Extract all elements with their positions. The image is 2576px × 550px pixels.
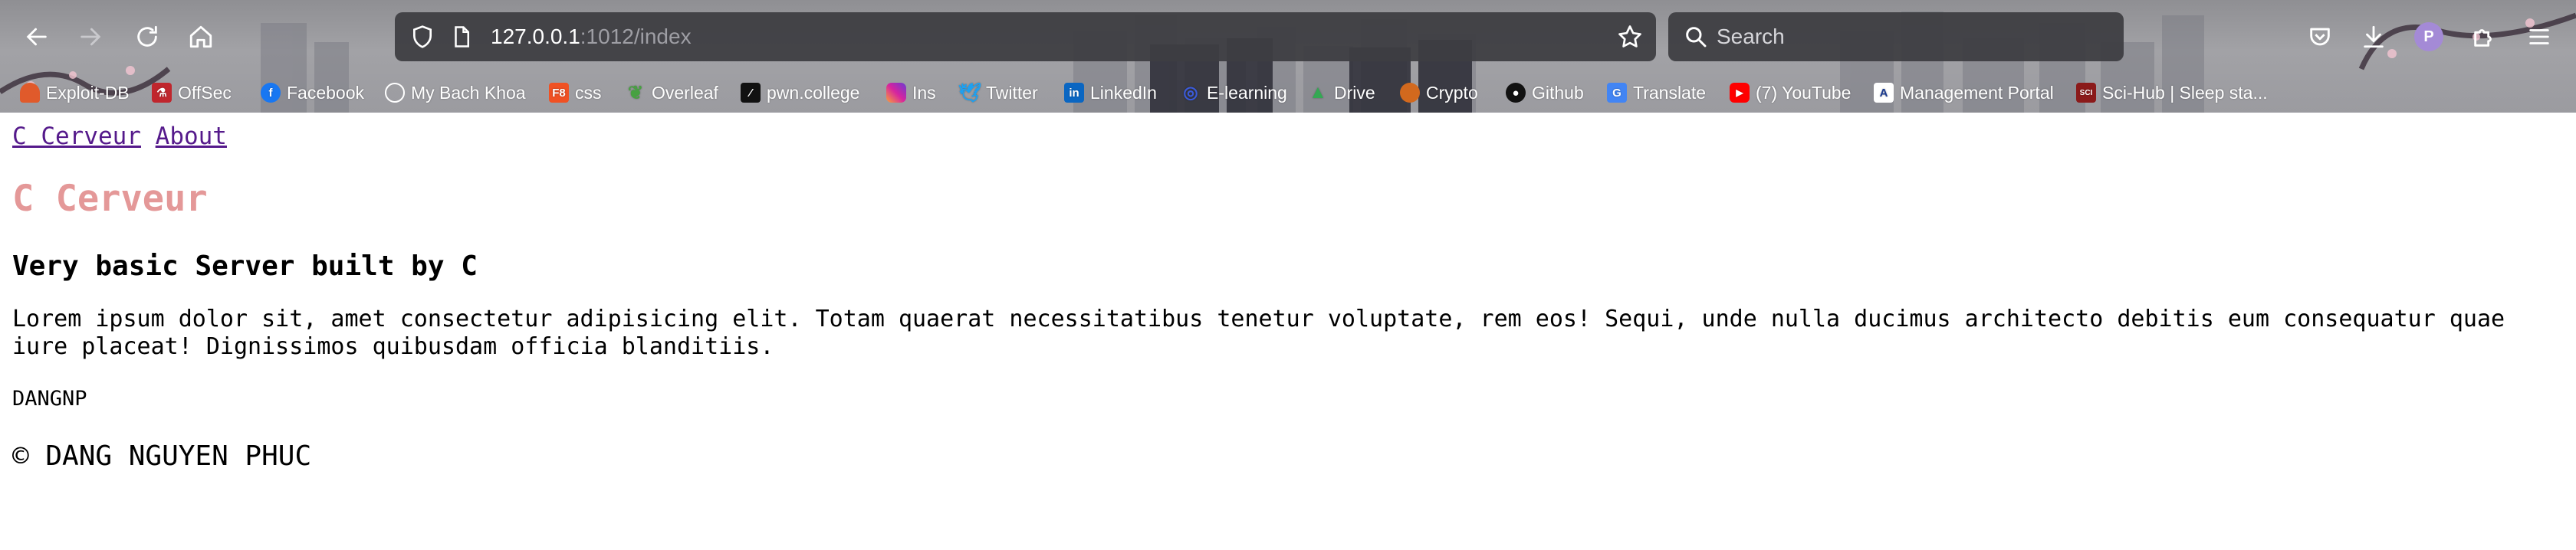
bookmark-exploit-db[interactable]: Exploit-DB bbox=[20, 77, 130, 108]
instagram-icon bbox=[886, 83, 906, 103]
avatar: P bbox=[2414, 22, 2443, 51]
browser-chrome: 127.0.0.1:1012/index Search P Exploit-DB… bbox=[0, 0, 2576, 113]
bookmark-management-portal[interactable]: A Management Portal bbox=[1874, 77, 2054, 108]
bookmark-label: Twitter bbox=[986, 82, 1038, 103]
exploit-db-icon bbox=[20, 83, 40, 103]
twitter-icon: 🕊 bbox=[958, 82, 982, 103]
hamburger-menu-icon bbox=[2529, 29, 2549, 44]
page-icon bbox=[455, 26, 469, 47]
bookmark-pwn-college[interactable]: ⁄ pwn.college bbox=[741, 77, 859, 108]
arrow-left-icon bbox=[26, 28, 47, 46]
bookmark-label: (7) YouTube bbox=[1756, 82, 1852, 103]
bookmark-label: Github bbox=[1532, 82, 1584, 103]
home-icon bbox=[189, 25, 212, 48]
globe-icon bbox=[385, 83, 405, 103]
search-bar[interactable]: Search bbox=[1668, 12, 2124, 61]
bookmark-drive[interactable]: ▲ Drive bbox=[1308, 77, 1375, 108]
bookmark-sci-hub[interactable]: SCI Sci-Hub | Sleep sta... bbox=[2076, 77, 2268, 108]
bookmark-label: css bbox=[575, 82, 602, 103]
site-nav: C Cerveur About bbox=[12, 123, 227, 150]
extensions-button[interactable] bbox=[2464, 17, 2504, 57]
bookmark-github[interactable]: ● Github bbox=[1506, 77, 1584, 108]
bookmark-offsec[interactable]: ⚗ OffSec bbox=[152, 77, 232, 108]
bookmark-label: Facebook bbox=[287, 82, 365, 103]
bookmark-label: LinkedIn bbox=[1090, 82, 1157, 103]
bookmark-label: Translate bbox=[1633, 82, 1707, 103]
account-button[interactable]: P bbox=[2409, 17, 2449, 57]
avatar-initial: P bbox=[2423, 28, 2434, 45]
bookmark-css[interactable]: F8 css bbox=[549, 77, 602, 108]
url-host: 127.0.0.1 bbox=[491, 25, 580, 48]
url-text[interactable]: 127.0.0.1:1012/index bbox=[491, 25, 692, 49]
page-subtitle: Very basic Server built by C bbox=[12, 250, 478, 282]
bookmarks-toolbar: Exploit-DB ⚗ OffSec f Facebook My Bach K… bbox=[0, 74, 2576, 113]
bookmark-linkedin[interactable]: in LinkedIn bbox=[1064, 77, 1157, 108]
arrow-right-icon bbox=[80, 28, 101, 46]
facebook-icon: f bbox=[261, 83, 281, 103]
download-icon bbox=[2364, 25, 2384, 48]
page-title: C Cerveur bbox=[12, 178, 208, 220]
bookmark-my-bach-khoa[interactable]: My Bach Khoa bbox=[385, 77, 526, 108]
bookmark-twitter[interactable]: 🕊 Twitter bbox=[958, 77, 1038, 108]
pocket-button[interactable] bbox=[2300, 17, 2340, 57]
search-placeholder: Search bbox=[1717, 25, 1785, 48]
bookmark-overleaf[interactable]: ❦ Overleaf bbox=[626, 77, 718, 108]
youtube-icon: ▶ bbox=[1730, 83, 1750, 103]
back-button[interactable] bbox=[17, 17, 57, 57]
shield-icon bbox=[413, 25, 432, 48]
menu-button[interactable] bbox=[2519, 17, 2559, 57]
management-portal-icon: A bbox=[1874, 83, 1894, 103]
linkedin-icon: in bbox=[1064, 83, 1084, 103]
f8-icon: F8 bbox=[549, 83, 569, 103]
author-name: DANGNP bbox=[12, 387, 87, 411]
sci-hub-icon: SCI bbox=[2076, 83, 2096, 103]
crypto-icon bbox=[1400, 83, 1420, 103]
bookmark-e-learning[interactable]: ◎ E-learning bbox=[1181, 77, 1287, 108]
bookmark-label: Crypto bbox=[1426, 82, 1478, 103]
bookmark-label: Exploit-DB bbox=[46, 82, 130, 103]
nav-link-home[interactable]: C Cerveur bbox=[12, 123, 141, 150]
bookmark-label: pwn.college bbox=[767, 82, 860, 103]
forward-button[interactable] bbox=[71, 17, 110, 57]
puzzle-icon bbox=[2474, 29, 2492, 47]
body-paragraph: Lorem ipsum dolor sit, amet consectetur … bbox=[12, 306, 2505, 360]
bookmark-facebook[interactable]: f Facebook bbox=[261, 77, 364, 108]
bookmark-ins[interactable]: Ins bbox=[886, 77, 936, 108]
nav-link-about[interactable]: About bbox=[156, 123, 227, 150]
pocket-icon bbox=[2310, 28, 2330, 46]
offsec-icon: ⚗ bbox=[152, 83, 172, 103]
bookmark-label: Sci-Hub | Sleep sta... bbox=[2102, 82, 2268, 103]
home-button[interactable] bbox=[181, 17, 221, 57]
overleaf-icon: ❦ bbox=[627, 82, 644, 103]
bookmark-label: My Bach Khoa bbox=[411, 82, 526, 103]
bookmark-translate[interactable]: G Translate bbox=[1607, 77, 1706, 108]
github-icon: ● bbox=[1506, 83, 1526, 103]
address-bar[interactable]: 127.0.0.1:1012/index bbox=[395, 12, 1656, 61]
copyright-footer: © DANG NGUYEN PHUC bbox=[12, 440, 312, 472]
bookmark-label: Ins bbox=[912, 82, 936, 103]
url-path: :1012/index bbox=[580, 25, 692, 48]
bookmark-label: Overleaf bbox=[652, 82, 718, 103]
pwn-college-icon: ⁄ bbox=[741, 83, 761, 103]
reload-button[interactable] bbox=[127, 17, 167, 57]
downloads-button[interactable] bbox=[2354, 17, 2394, 57]
toolbar: 127.0.0.1:1012/index Search P bbox=[0, 0, 2576, 74]
bookmark-label: Drive bbox=[1334, 82, 1375, 103]
bookmark-youtube[interactable]: ▶ (7) YouTube bbox=[1730, 77, 1851, 108]
search-icon bbox=[1686, 27, 1707, 47]
bookmark-label: E-learning bbox=[1207, 82, 1287, 103]
bookmark-label: Management Portal bbox=[1900, 82, 2054, 103]
bookmark-crypto[interactable]: Crypto bbox=[1400, 77, 1478, 108]
google-translate-icon: G bbox=[1607, 83, 1627, 103]
google-drive-icon: ▲ bbox=[1309, 82, 1327, 103]
bookmark-label: OffSec bbox=[178, 82, 232, 103]
bookmark-star-icon[interactable] bbox=[1616, 23, 1644, 51]
reload-icon bbox=[137, 25, 157, 47]
e-learning-icon: ◎ bbox=[1183, 83, 1198, 102]
